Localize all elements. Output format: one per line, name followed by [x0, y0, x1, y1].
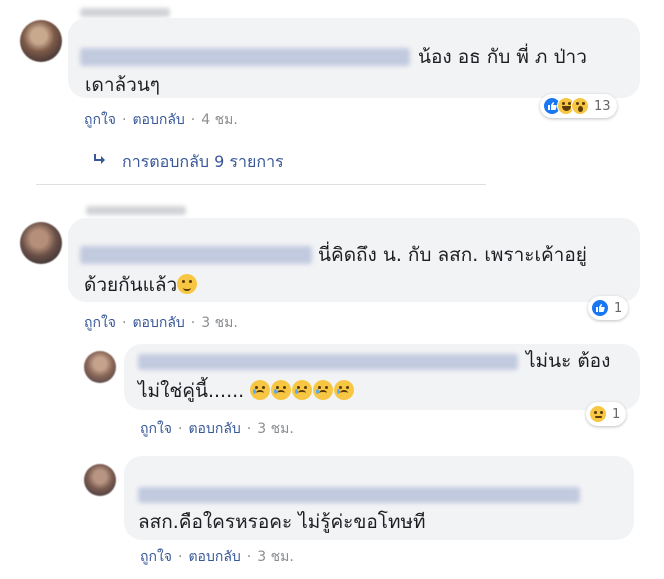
blurred-header [80, 8, 170, 17]
avatar[interactable] [84, 464, 116, 496]
sad-emoji [292, 380, 313, 400]
like-link[interactable]: ถูกใจ [84, 315, 116, 331]
separator: · [178, 549, 183, 565]
commenter-name[interactable] [138, 354, 518, 370]
tearful-face-emoji [177, 274, 198, 294]
comment-text: ลสก.คือใครหรอคะ ไม่รู้ค่ะขอโทษที [138, 511, 426, 533]
separator: · [190, 112, 196, 128]
divider [36, 184, 486, 185]
reply-link[interactable]: ตอบกลับ [132, 315, 184, 331]
wow-reaction-icon [571, 97, 589, 115]
sad-emoji [313, 380, 334, 400]
timestamp[interactable]: 4 ชม. [201, 112, 238, 128]
reaction-count: 1 [614, 300, 623, 316]
separator: · [190, 315, 196, 331]
sad-emoji [271, 380, 292, 400]
reply-link[interactable]: ตอบกลับ [188, 549, 240, 565]
reaction-summary[interactable]: 1 [586, 402, 627, 426]
view-replies-link[interactable]: การตอบกลับ 9 รายการ [92, 150, 284, 175]
like-link[interactable]: ถูกใจ [140, 421, 172, 437]
comment-text-line: ด้วยกันแล้ว [84, 274, 178, 296]
separator: · [178, 421, 183, 437]
separator: · [246, 421, 252, 437]
replies-label: การตอบกลับ 9 รายการ [122, 152, 284, 171]
reply-arrow-icon [92, 152, 108, 171]
comment-text: ด้วยกันแล้ว [84, 270, 198, 300]
like-link[interactable]: ถูกใจ [140, 549, 172, 565]
comment-text: น้อง อธ กับ พี่ ภ ป่าว [418, 46, 587, 68]
reaction-count: 1 [612, 406, 621, 422]
like-reaction-icon [591, 299, 609, 317]
reaction-count: 13 [594, 98, 611, 114]
reaction-summary[interactable]: 13 [540, 94, 617, 118]
comment-actions: ถูกใจ · ตอบกลับ · 3 ชม. [140, 418, 300, 440]
commenter-name[interactable] [80, 48, 410, 66]
commenter-name[interactable] [80, 246, 312, 264]
avatar[interactable] [20, 20, 62, 62]
like-link[interactable]: ถูกใจ [84, 112, 116, 128]
commenter-name[interactable] [138, 487, 580, 503]
separator: · [122, 112, 127, 128]
reaction-summary[interactable]: 1 [588, 296, 629, 320]
comment-text: ไม่นะ ต้อง [526, 350, 611, 372]
reply-link[interactable]: ตอบกลับ [132, 112, 184, 128]
comment-actions: ถูกใจ · ตอบกลับ · 4 ชม. [84, 109, 244, 131]
avatar[interactable] [84, 351, 116, 383]
sad-emoji [250, 380, 271, 400]
comment-actions: ถูกใจ · ตอบกลับ · 3 ชม. [84, 312, 244, 334]
comment-text: ไม่ใช่คู่นี้...... [138, 376, 355, 406]
blurred-header [86, 206, 186, 215]
timestamp[interactable]: 3 ชม. [201, 315, 238, 331]
separator: · [122, 315, 127, 331]
timestamp[interactable]: 3 ชม. [257, 421, 294, 437]
comment-text: นี่คิดถึง น. กับ ลสก. เพราะเค้าอยู่ [318, 244, 587, 266]
sad-reaction-icon [589, 405, 607, 423]
avatar[interactable] [20, 222, 62, 264]
separator: · [246, 549, 252, 565]
timestamp[interactable]: 3 ชม. [257, 549, 294, 565]
reply-link[interactable]: ตอบกลับ [188, 421, 240, 437]
sad-emoji [334, 380, 355, 400]
comment-text-line: ไม่ใช่คู่นี้...... [138, 380, 245, 402]
comment-text: เดาล้วนๆ [85, 74, 161, 96]
comment-actions: ถูกใจ · ตอบกลับ · 3 ชม. [140, 546, 300, 568]
